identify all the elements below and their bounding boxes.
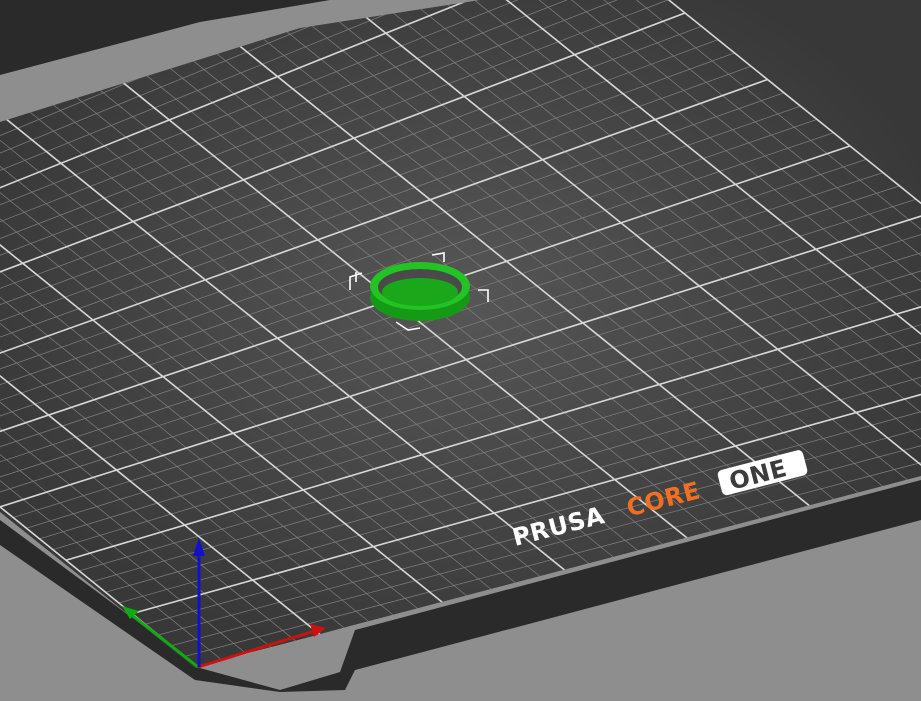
ring-inner-wall: [382, 278, 458, 306]
3d-viewport[interactable]: PRUSA CORE ONE: [0, 0, 921, 701]
ring-model[interactable]: [370, 262, 470, 321]
